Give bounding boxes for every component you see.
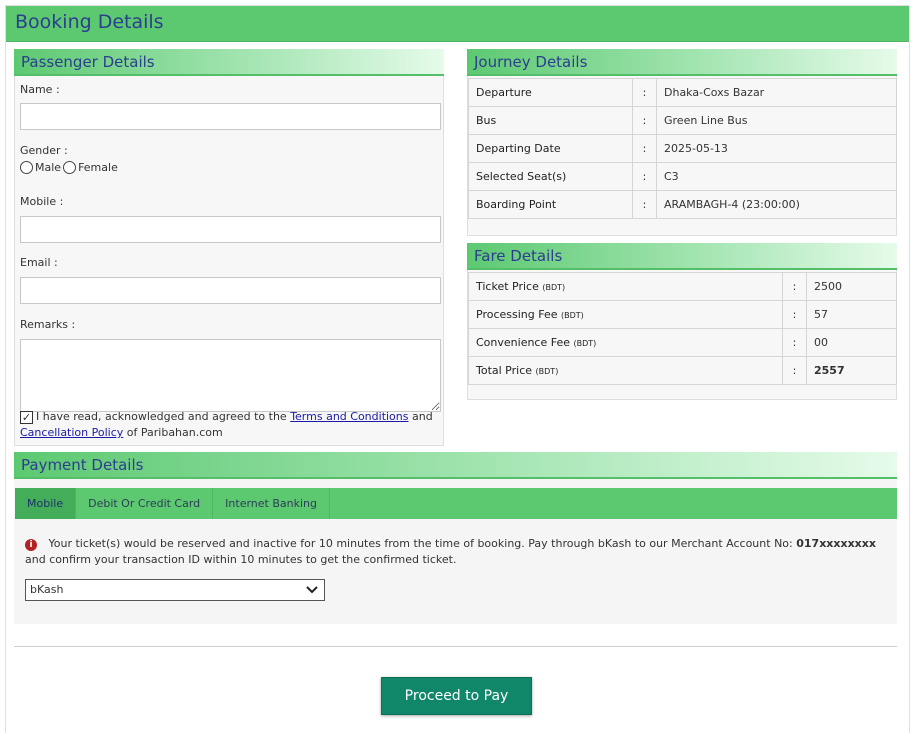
fare-label-text: Convenience Fee bbox=[476, 336, 570, 349]
remarks-label: Remarks : bbox=[20, 318, 76, 331]
notice-text: Your ticket(s) would be reserved and ina… bbox=[48, 537, 793, 550]
fare-unit: (BDT) bbox=[535, 367, 559, 376]
journey-label: Departure bbox=[468, 78, 633, 107]
journey-separator: : bbox=[632, 106, 657, 135]
fare-table: Ticket Price (BDT):2500 Processing Fee (B… bbox=[468, 272, 897, 385]
fare-value: 2557 bbox=[806, 356, 897, 385]
fare-label-text: Total Price bbox=[476, 364, 533, 377]
terms-suffix: of Paribahan.com bbox=[126, 426, 223, 439]
fare-separator: : bbox=[782, 328, 807, 357]
fare-unit: (BDT) bbox=[561, 311, 584, 320]
journey-details-heading: Journey Details bbox=[467, 49, 897, 76]
gender-female-label: Female bbox=[78, 161, 118, 174]
info-icon: i bbox=[25, 539, 37, 551]
journey-value: Dhaka-Coxs Bazar bbox=[656, 78, 897, 107]
fare-row: Total Price (BDT):2557 bbox=[468, 356, 897, 385]
payment-method-select[interactable]: bKash bbox=[25, 579, 325, 601]
journey-separator: : bbox=[632, 190, 657, 219]
email-label: Email : bbox=[20, 256, 58, 269]
proceed-to-pay-button[interactable]: Proceed to Pay bbox=[381, 677, 532, 715]
payment-tabs: Mobile Debit Or Credit Card Internet Banki… bbox=[15, 488, 897, 519]
email-input[interactable] bbox=[20, 277, 441, 304]
fare-value: 00 bbox=[806, 328, 897, 357]
fare-unit: (BDT) bbox=[573, 339, 597, 348]
fare-label: Ticket Price (BDT) bbox=[468, 272, 783, 301]
journey-value: C3 bbox=[656, 162, 897, 191]
fare-row: Convenience Fee (BDT):00 bbox=[468, 328, 897, 357]
booking-page: Booking Details Passenger Details Name :… bbox=[5, 5, 910, 733]
gender-male-radio[interactable] bbox=[20, 161, 33, 174]
payment-details-heading: Payment Details bbox=[14, 452, 897, 479]
journey-value: Green Line Bus bbox=[656, 106, 897, 135]
journey-label-text: Selected Seat(s) bbox=[476, 170, 567, 183]
fare-details-panel: Fare Details Ticket Price (BDT):2500 Proc… bbox=[467, 243, 897, 400]
fare-value: 2500 bbox=[806, 272, 897, 301]
fare-separator: : bbox=[782, 356, 807, 385]
fare-separator: : bbox=[782, 300, 807, 329]
journey-row: Departing Date:2025-05-13 bbox=[468, 134, 897, 163]
terms-and-conditions-link[interactable]: Terms and Conditions bbox=[290, 410, 408, 423]
mobile-input[interactable] bbox=[20, 216, 441, 243]
tab-internet-banking[interactable]: Internet Banking bbox=[213, 488, 330, 519]
fare-label: Total Price (BDT) bbox=[468, 356, 783, 385]
journey-row: Boarding Point: ARAMBAGH-4 (23:00:00) bbox=[468, 190, 897, 219]
journey-details-panel: Journey Details Departure: Dhaka-Coxs Baz… bbox=[467, 49, 897, 236]
fare-label: Processing Fee (BDT) bbox=[468, 300, 783, 329]
merchant-account: 017xxxxxxxx bbox=[796, 537, 876, 550]
fare-separator: : bbox=[782, 272, 807, 301]
journey-label: Bus bbox=[468, 106, 633, 135]
mobile-label: Mobile : bbox=[20, 195, 64, 208]
tab-mobile[interactable]: Mobile bbox=[15, 488, 77, 519]
fare-label-text: Ticket Price bbox=[476, 280, 539, 293]
terms-agreement-text: I have read, acknowledged and agreed to … bbox=[20, 409, 440, 441]
passenger-details-heading: Passenger Details bbox=[14, 49, 444, 76]
journey-label-text: Departing Date bbox=[476, 142, 561, 155]
payment-details-panel: Payment Details Mobile Debit Or Credit Ca… bbox=[14, 452, 897, 624]
gender-male-label: Male bbox=[35, 161, 62, 174]
journey-value: ARAMBAGH-4 (23:00:00) bbox=[656, 190, 897, 219]
fare-label: Convenience Fee (BDT) bbox=[468, 328, 783, 357]
journey-row: Bus: Green Line Bus bbox=[468, 106, 897, 135]
journey-label-text: Departure bbox=[476, 86, 532, 99]
journey-row: Selected Seat(s): C3 bbox=[468, 162, 897, 191]
terms-and-word: and bbox=[412, 410, 433, 423]
fare-row: Ticket Price (BDT):2500 bbox=[468, 272, 897, 301]
page-title: Booking Details bbox=[6, 6, 909, 42]
fare-row: Processing Fee (BDT):57 bbox=[468, 300, 897, 329]
journey-row: Departure: Dhaka-Coxs Bazar bbox=[468, 78, 897, 107]
fare-unit: (BDT) bbox=[542, 283, 566, 292]
journey-label-text: Boarding Point bbox=[476, 198, 557, 211]
remarks-textarea[interactable] bbox=[20, 339, 441, 412]
name-label: Name : bbox=[20, 83, 60, 96]
divider bbox=[14, 646, 897, 647]
fare-label-text: Processing Fee bbox=[476, 308, 558, 321]
chevron-down-icon bbox=[306, 580, 318, 606]
fare-value: 57 bbox=[806, 300, 897, 329]
name-input[interactable] bbox=[20, 103, 441, 130]
fare-details-heading: Fare Details bbox=[467, 243, 897, 270]
gender-female-radio[interactable] bbox=[63, 161, 77, 174]
journey-label: Departing Date bbox=[468, 134, 633, 163]
cancellation-policy-link[interactable]: Cancellation Policy bbox=[20, 426, 123, 439]
journey-separator: : bbox=[632, 134, 657, 163]
journey-separator: : bbox=[632, 162, 657, 191]
payment-method-value: bKash bbox=[30, 583, 64, 596]
gender-options: Male Female bbox=[20, 161, 118, 174]
journey-table: Departure: Dhaka-Coxs Bazar Bus: Green Line… bbox=[468, 78, 897, 219]
passenger-details-panel: Passenger Details Name : Gender : Male F… bbox=[14, 49, 444, 446]
payment-notice: i Your ticket(s) would be reserved and i… bbox=[25, 536, 885, 568]
journey-value: 2025-05-13 bbox=[656, 134, 897, 163]
journey-label: Selected Seat(s) bbox=[468, 162, 633, 191]
journey-separator: : bbox=[632, 78, 657, 107]
gender-label: Gender : bbox=[20, 144, 68, 157]
notice-suffix: and confirm your transaction ID within 1… bbox=[25, 553, 457, 566]
journey-label-text: Bus bbox=[476, 114, 497, 127]
tab-debit-or-credit-card[interactable]: Debit Or Credit Card bbox=[76, 488, 214, 519]
journey-label: Boarding Point bbox=[468, 190, 633, 219]
terms-prefix: I have read, acknowledged and agreed to … bbox=[36, 410, 287, 423]
